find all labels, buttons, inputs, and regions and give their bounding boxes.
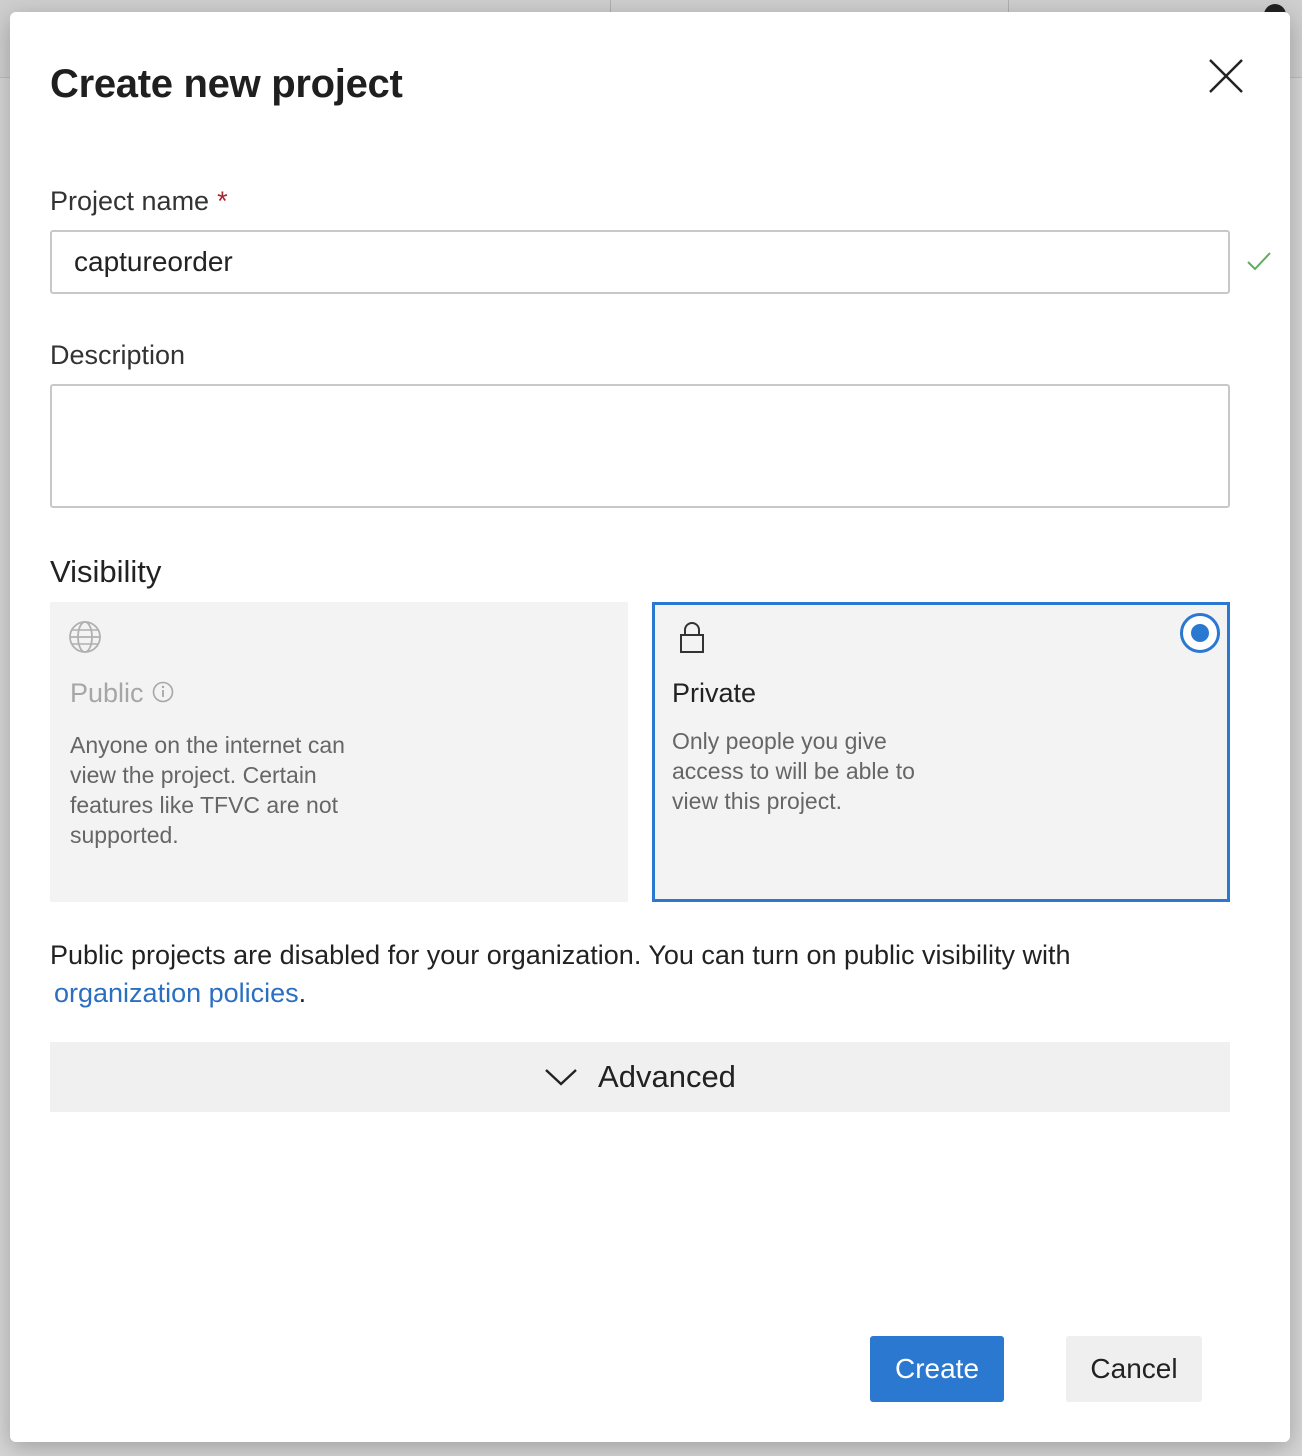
description-field[interactable] xyxy=(50,384,1230,508)
info-icon[interactable] xyxy=(152,681,174,703)
visibility-label: Visibility xyxy=(50,554,162,589)
public-disabled-notice: Public projects are disabled for your or… xyxy=(50,936,1240,1012)
close-icon xyxy=(1209,59,1243,93)
private-option-description: Only people you give access to will be a… xyxy=(672,728,915,814)
private-option-title: Private xyxy=(672,678,757,708)
visibility-option-public: Public Anyone on the internet can view t… xyxy=(50,602,628,902)
dialog-title: Create new project xyxy=(50,62,403,106)
notice-suffix: . xyxy=(298,978,307,1008)
public-option-title: Public xyxy=(70,678,174,709)
globe-icon xyxy=(69,621,101,653)
chevron-down-icon xyxy=(545,1069,577,1086)
project-name-input[interactable] xyxy=(50,230,1230,294)
public-title-text: Public xyxy=(70,678,144,708)
public-option-description: Anyone on the internet can view the proj… xyxy=(70,732,345,848)
required-marker: * xyxy=(217,186,228,216)
notice-text: Public projects are disabled for your or… xyxy=(50,940,1071,970)
lock-icon xyxy=(680,622,704,653)
project-name-label: Project name * xyxy=(50,186,228,217)
checkmark-icon xyxy=(1247,252,1271,271)
project-name-label-text: Project name xyxy=(50,186,210,216)
visibility-option-private[interactable]: Private Only people you give access to w… xyxy=(652,602,1230,902)
create-project-dialog: Create new project Project name* Descrip… xyxy=(10,12,1290,1442)
close-button[interactable] xyxy=(1206,56,1246,96)
cancel-button[interactable]: Cancel xyxy=(1066,1336,1202,1402)
organization-policies-link[interactable]: organization policies xyxy=(54,978,299,1008)
private-radio-button[interactable] xyxy=(1180,613,1220,653)
advanced-label: Advanced xyxy=(598,1059,736,1094)
advanced-toggle[interactable]: Advanced xyxy=(50,1042,1230,1112)
description-label: Description xyxy=(50,340,186,370)
radio-selected-dot xyxy=(1191,624,1209,642)
create-button[interactable]: Create xyxy=(870,1336,1004,1402)
